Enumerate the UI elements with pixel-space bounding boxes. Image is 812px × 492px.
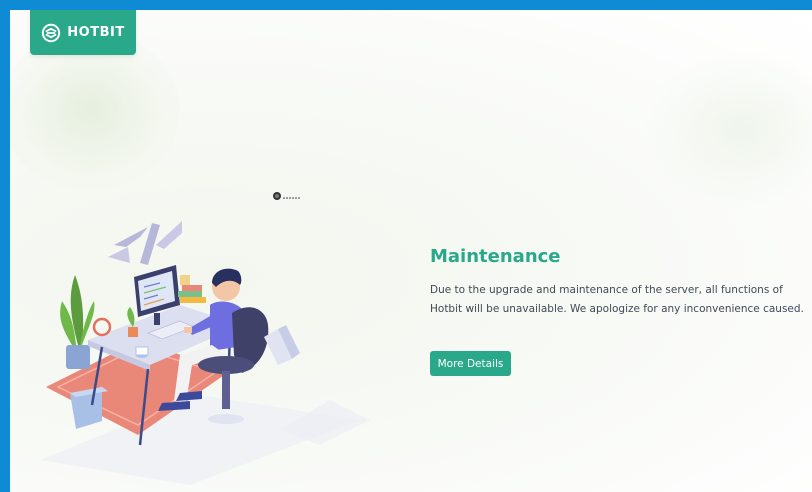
page-title: Maintenance [430, 246, 561, 267]
page-frame: HOTBIT Maintenance Due to the upgrade an… [10, 10, 812, 492]
maintenance-illustration [40, 221, 370, 485]
brand-logo[interactable]: HOTBIT [30, 10, 136, 55]
brand-name: HOTBIT [67, 25, 125, 40]
hotbit-logo-icon [42, 23, 61, 42]
maintenance-description: Due to the upgrade and maintenance of th… [430, 284, 804, 315]
background-glow [642, 50, 812, 210]
maintenance-content: Maintenance Due to the upgrade and maint… [430, 246, 810, 319]
more-details-button[interactable]: More Details [430, 351, 511, 376]
loading-cursor-icon [273, 192, 300, 200]
